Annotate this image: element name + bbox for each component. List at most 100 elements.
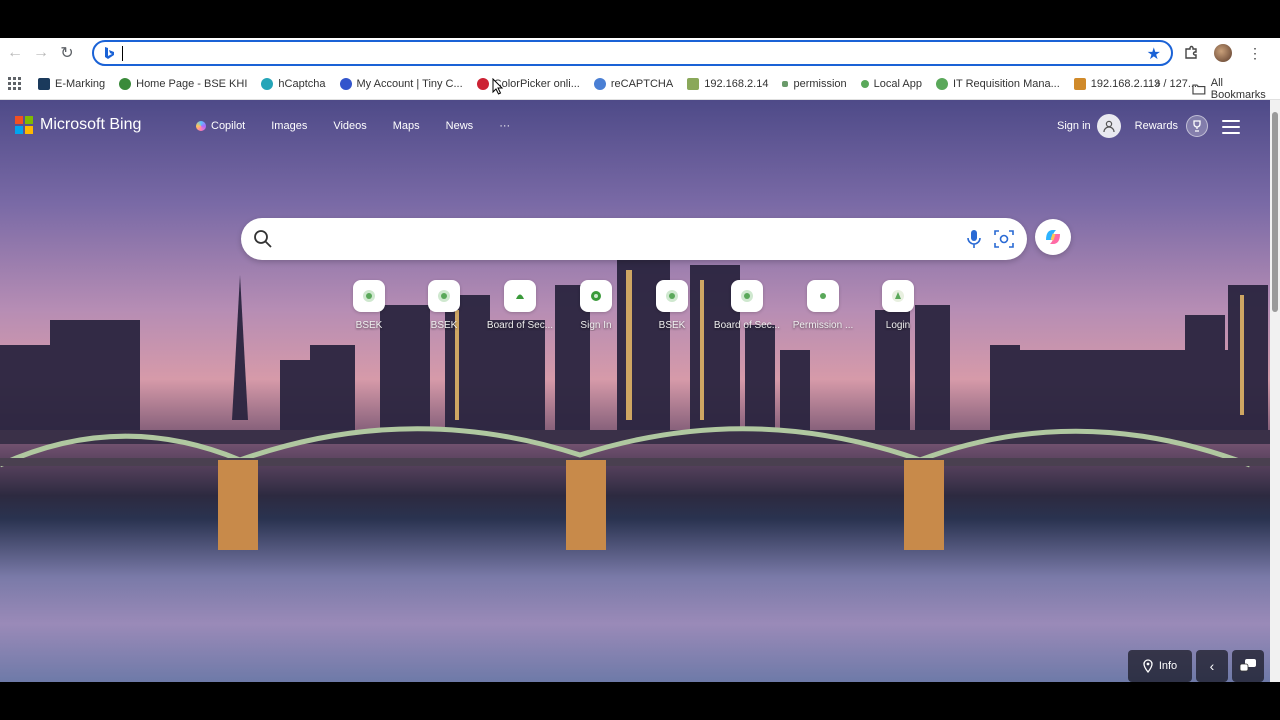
bookmark-label: permission [793, 77, 847, 90]
bookmark-item[interactable]: E-Marking [38, 77, 106, 90]
quick-link[interactable]: BSEK [333, 280, 405, 331]
puzzle-icon[interactable] [1180, 42, 1202, 64]
quick-link[interactable]: Sign In [560, 280, 632, 331]
bookmarks-bar: E-Marking Home Page - BSE KHI hCaptcha M… [0, 68, 1280, 101]
quick-link[interactable]: Permission ... [787, 280, 859, 331]
bookmark-item[interactable]: My Account | Tiny C... [339, 77, 463, 90]
hamburger-menu-icon[interactable] [1222, 120, 1240, 134]
address-bar[interactable]: ★ [92, 40, 1173, 66]
bookmark-favicon-icon [935, 77, 948, 90]
profile-avatar[interactable] [1212, 42, 1234, 64]
nav-videos[interactable]: Videos [333, 120, 366, 132]
bookmark-item[interactable]: 192.168.2.14 [687, 77, 769, 90]
bookmark-favicon-icon [1073, 77, 1086, 90]
kebab-icon[interactable]: ⋮ [1244, 42, 1266, 64]
bookmark-favicon-icon [339, 77, 352, 90]
scrollbar-thumb[interactable] [1272, 112, 1278, 312]
quick-link-label: Sign In [580, 320, 612, 331]
quick-link-label: Board of Sec... [486, 320, 554, 331]
feedback-chat-icon[interactable] [1232, 650, 1264, 682]
copilot-icon [196, 121, 206, 131]
microsoft-logo-icon [15, 116, 33, 134]
quick-link-label: Board of Sec... [713, 320, 781, 331]
bookmark-item[interactable]: permission [782, 77, 847, 90]
site-favicon-icon [353, 280, 385, 312]
nav-news[interactable]: News [446, 120, 474, 132]
page-scrollbar[interactable] [1270, 100, 1280, 682]
quick-link[interactable]: Board of Sec... [711, 280, 783, 331]
all-bookmarks-label: All Bookmarks [1210, 77, 1266, 101]
nav-more-button[interactable]: ··· [499, 120, 510, 132]
bookmark-label: ColorPicker onli... [493, 77, 580, 90]
bookmark-label: Local App [873, 77, 922, 90]
nav-label: News [445, 120, 474, 132]
image-info-button[interactable]: Info [1128, 650, 1192, 682]
nav-copilot[interactable]: Copilot [196, 120, 245, 132]
previous-image-chevron-icon[interactable]: ‹ [1196, 650, 1228, 682]
bookmark-favicon-icon [860, 79, 869, 88]
more-bookmarks-chevron-icon[interactable]: » [1154, 76, 1161, 90]
site-favicon-icon [580, 280, 612, 312]
bookmark-favicon-icon [782, 80, 789, 87]
site-favicon-icon [731, 280, 763, 312]
quick-link[interactable]: BSEK [636, 280, 708, 331]
quick-link-label: Login [885, 320, 911, 331]
nav-maps[interactable]: Maps [393, 120, 420, 132]
bookmark-item[interactable]: Home Page - BSE KHI [119, 77, 248, 90]
bookmark-favicon-icon [593, 77, 606, 90]
bookmark-label: IT Requisition Mana... [952, 77, 1060, 90]
nav-label: Copilot [211, 120, 246, 132]
quick-link[interactable]: BSEK [408, 280, 480, 331]
text-caret [122, 45, 123, 61]
search-box[interactable] [241, 218, 1027, 260]
search-input[interactable] [285, 228, 985, 250]
apps-grid-icon[interactable] [8, 76, 22, 91]
copilot-button[interactable] [1035, 219, 1071, 255]
microphone-icon[interactable] [965, 229, 983, 249]
bookmark-favicon-icon [38, 77, 50, 90]
quick-link-label: BSEK [355, 320, 383, 331]
bookmark-item[interactable]: Local App [860, 77, 922, 90]
bookmark-item[interactable]: IT Requisition Mana... [935, 77, 1060, 90]
quick-link[interactable]: Login [862, 280, 934, 331]
site-favicon-icon [428, 280, 460, 312]
back-arrow-icon[interactable]: ← [2, 40, 28, 66]
search-icon[interactable] [253, 229, 273, 249]
bookmark-item[interactable]: 192.168.2.113 / 127.... [1073, 77, 1201, 90]
reload-icon[interactable]: ↻ [54, 40, 80, 66]
more-dots-icon: ··· [499, 120, 511, 132]
info-label: Info [1158, 660, 1178, 672]
sign-in-link[interactable]: Sign in [1057, 120, 1091, 132]
rewards-trophy-icon[interactable] [1186, 115, 1209, 137]
forward-arrow-icon[interactable]: → [28, 40, 54, 66]
microsoft-bing-logo[interactable]: Microsoft Bing [15, 116, 141, 134]
bookmark-favicon-icon [687, 77, 700, 90]
copilot-icon [1046, 230, 1060, 244]
bookmark-item[interactable]: reCAPTCHA [593, 77, 674, 90]
bookmark-label: E-Marking [55, 77, 106, 90]
bookmark-label: 192.168.2.14 [704, 77, 769, 90]
bookmark-label: reCAPTCHA [610, 77, 674, 90]
star-icon[interactable]: ★ [1147, 44, 1161, 64]
all-bookmarks-button[interactable]: All Bookmarks [1192, 77, 1280, 101]
camera-search-icon[interactable] [993, 229, 1015, 249]
bing-nav: Copilot Images Videos Maps News ··· [196, 120, 510, 132]
bookmark-favicon-icon [119, 77, 132, 90]
bookmark-favicon-icon [261, 77, 274, 90]
nav-label: Maps [392, 120, 420, 132]
site-favicon-icon [504, 280, 536, 312]
bookmark-label: 192.168.2.113 / 127.... [1090, 77, 1201, 90]
quick-links: BSEK BSEK Board of Sec... Sign In BSEK B… [0, 280, 1270, 340]
nav-images[interactable]: Images [271, 120, 307, 132]
bookmark-label: hCaptcha [278, 77, 326, 90]
bookmark-label: Home Page - BSE KHI [136, 77, 248, 90]
screen-bottom-border [0, 682, 1280, 720]
address-input[interactable] [127, 43, 1171, 63]
rewards-link[interactable]: Rewards [1135, 120, 1178, 132]
quick-link-label: Permission ... [792, 320, 854, 331]
bing-homepage: Microsoft Bing Copilot Images Videos Map… [0, 100, 1270, 682]
site-favicon-icon [882, 280, 914, 312]
quick-link[interactable]: Board of Sec... [484, 280, 556, 331]
user-avatar-icon[interactable] [1096, 114, 1121, 138]
bookmark-item[interactable]: hCaptcha [261, 77, 326, 90]
